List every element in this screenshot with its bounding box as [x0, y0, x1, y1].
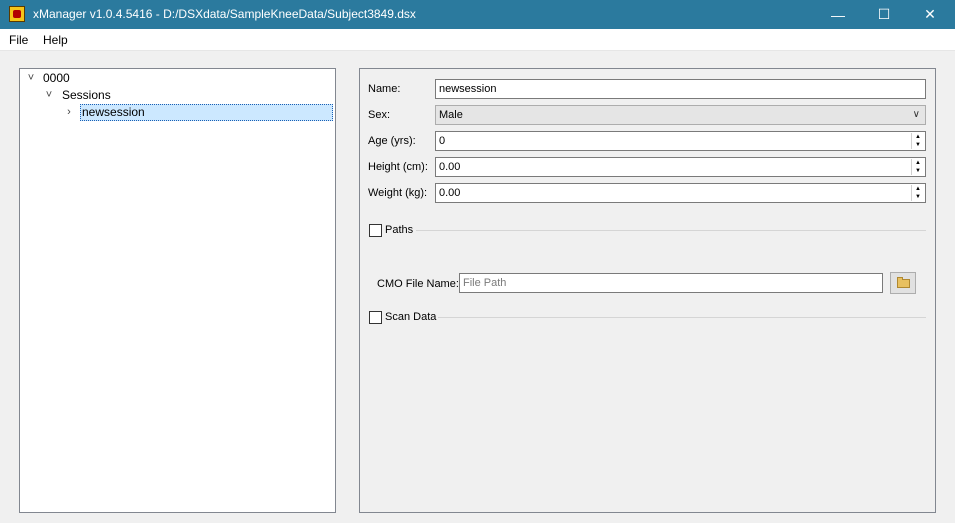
- tree-node-newsession-label[interactable]: newsession: [80, 104, 333, 121]
- tree-node-newsession[interactable]: › newsession: [62, 104, 334, 121]
- maximize-button[interactable]: ☐: [861, 0, 907, 29]
- weight-value: 0.00: [439, 187, 461, 199]
- weight-spinbox[interactable]: 0.00 ▲ ▼: [435, 183, 926, 203]
- close-button[interactable]: ✕: [907, 0, 953, 29]
- age-value: 0: [439, 135, 446, 147]
- tree-node-sessions[interactable]: ˅ Sessions: [42, 87, 322, 104]
- sex-value: Male: [439, 109, 463, 121]
- scan-data-divider: [438, 317, 926, 318]
- sex-dropdown[interactable]: Male ∨: [435, 105, 926, 125]
- chevron-down-icon: ∨: [912, 109, 920, 120]
- properties-panel: Name: newsession Sex: Male ∨ Age (yrs): …: [359, 68, 936, 513]
- name-label: Name:: [368, 83, 401, 95]
- browse-folder-button[interactable]: [890, 272, 916, 294]
- scan-data-label[interactable]: Scan Data: [385, 311, 436, 323]
- paths-divider: [416, 230, 926, 231]
- tree-node-sessions-label: Sessions: [62, 88, 111, 102]
- cmo-file-placeholder: File Path: [463, 277, 507, 289]
- name-field[interactable]: newsession: [435, 79, 926, 99]
- height-label: Height (cm):: [368, 161, 428, 173]
- tree-node-root[interactable]: ˅ 0000: [24, 70, 324, 87]
- age-spinbox[interactable]: 0 ▲ ▼: [435, 131, 926, 151]
- window-title: xManager v1.0.4.5416 - D:/DSXdata/Sample…: [33, 7, 416, 21]
- close-icon: ✕: [924, 6, 936, 22]
- menu-help[interactable]: Help: [43, 33, 68, 47]
- paths-checkbox[interactable]: [369, 224, 382, 237]
- chevron-right-icon[interactable]: ›: [62, 104, 76, 121]
- age-spin-buttons[interactable]: ▲ ▼: [911, 133, 924, 149]
- tree-panel[interactable]: ˅ 0000 ˅ Sessions › newsession: [19, 68, 336, 513]
- cmo-file-path-input[interactable]: File Path: [459, 273, 883, 293]
- weight-spin-buttons[interactable]: ▲ ▼: [911, 185, 924, 201]
- minimize-button[interactable]: —: [815, 0, 861, 29]
- scan-data-checkbox[interactable]: [369, 311, 382, 324]
- paths-label[interactable]: Paths: [385, 224, 413, 236]
- minimize-icon: —: [831, 6, 845, 23]
- height-spinbox[interactable]: 0.00 ▲ ▼: [435, 157, 926, 177]
- tree-node-root-label: 0000: [43, 71, 70, 85]
- folder-icon: [897, 277, 910, 288]
- height-spin-buttons[interactable]: ▲ ▼: [911, 159, 924, 175]
- title-bar[interactable]: xManager v1.0.4.5416 - D:/DSXdata/Sample…: [0, 0, 955, 29]
- app-icon: [9, 6, 25, 22]
- weight-label: Weight (kg):: [368, 187, 428, 199]
- menu-bar: File Help: [0, 29, 955, 51]
- cmo-file-label: CMO File Name:: [377, 278, 459, 290]
- menu-file[interactable]: File: [9, 33, 28, 47]
- maximize-icon: ☐: [877, 6, 891, 22]
- age-label: Age (yrs):: [368, 135, 416, 147]
- chevron-down-icon[interactable]: ˅: [42, 87, 56, 104]
- height-value: 0.00: [439, 161, 461, 173]
- chevron-down-icon[interactable]: ˅: [24, 70, 38, 87]
- sex-label: Sex:: [368, 109, 391, 121]
